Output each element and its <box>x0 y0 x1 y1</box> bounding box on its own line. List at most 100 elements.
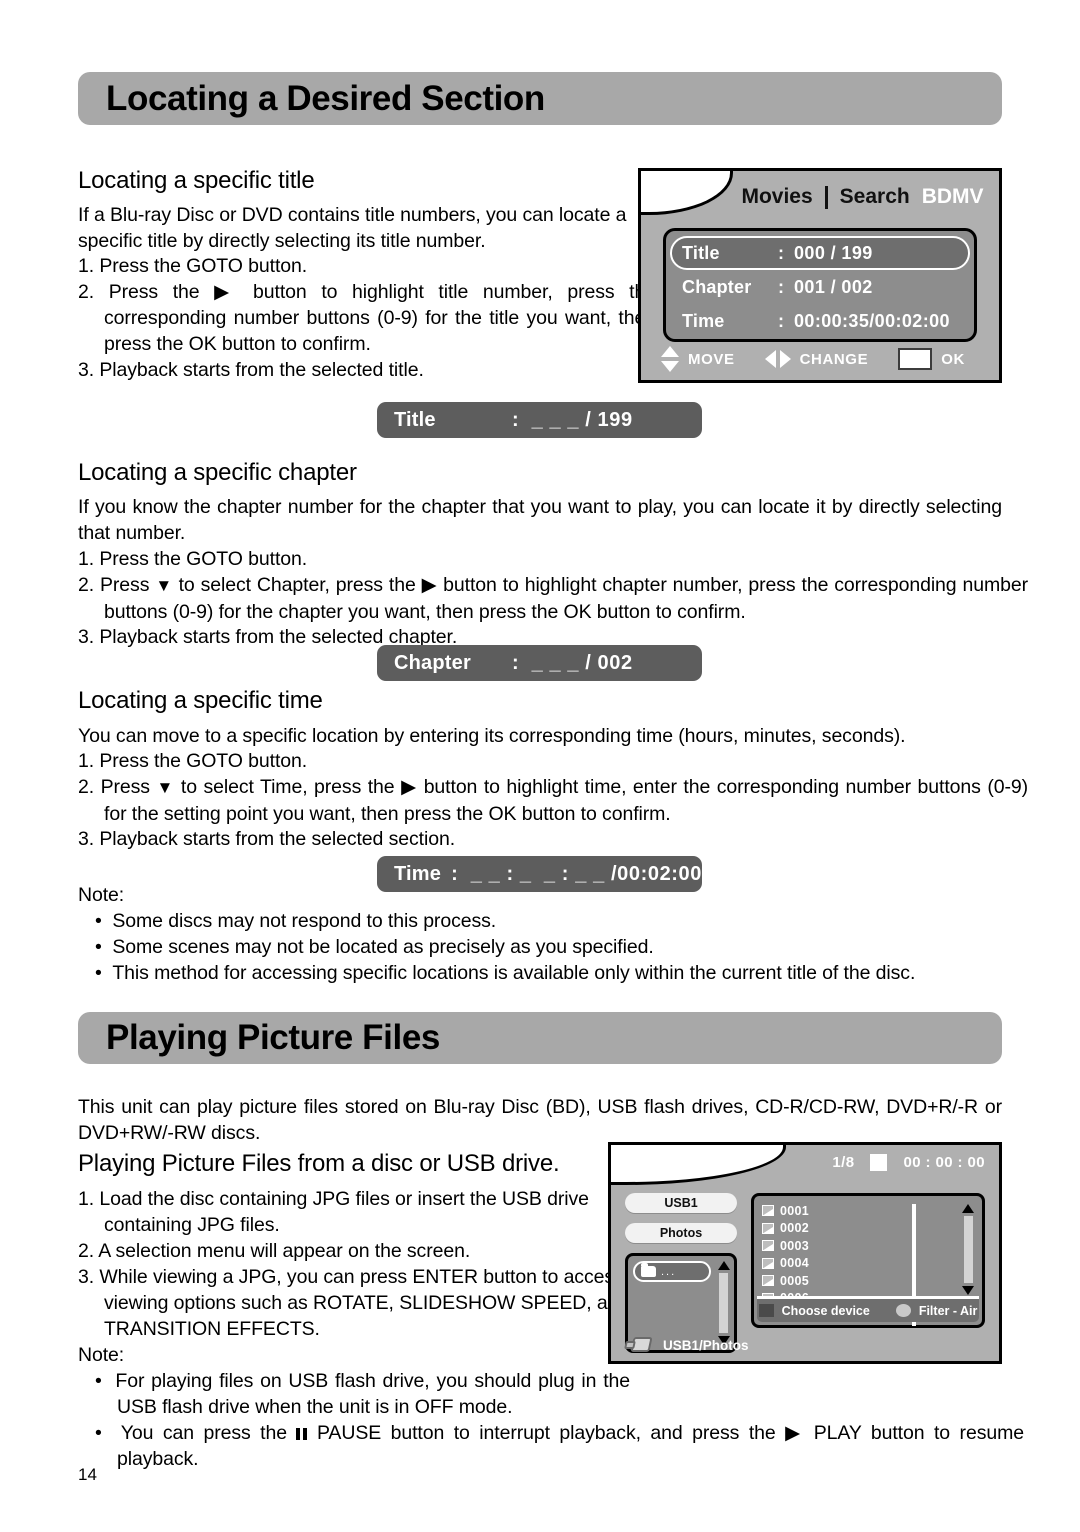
current-path-indicator: USB1/Photos <box>624 1335 749 1355</box>
step-chapter-2-prefix: 2. Press <box>78 574 156 596</box>
step-chapter-1: 1. Press the GOTO button. <box>78 548 308 570</box>
current-path-label: USB1/Photos <box>663 1337 749 1353</box>
light-swatch-icon <box>895 1304 911 1317</box>
osd-field-chapter-label: Chapter <box>682 276 752 297</box>
image-file-icon <box>762 1222 774 1234</box>
manual-page: Locating a Desired Section Locating a sp… <box>0 0 1080 1532</box>
note-item-1-3: • This method for accessing specific loc… <box>95 960 1024 986</box>
note-label-2: Note: <box>78 1344 125 1366</box>
osd-legend-change: CHANGE <box>764 350 869 368</box>
file-name: 0005 <box>780 1273 810 1288</box>
value-bar-time-label: Time <box>394 862 442 885</box>
osd-search-panel: Movies Search BDMV Title : 000 / 199 Cha… <box>638 168 1002 383</box>
heading-locating-specific-title: Locating a specific title <box>78 167 315 194</box>
pause-icon <box>296 1428 308 1440</box>
bullet-icon: • <box>95 936 113 958</box>
osd-photo-browser: 1/8 00 : 00 : 00 USB1 Photos ... USB1/Ph… <box>608 1142 1002 1364</box>
folder-pill-photos[interactable]: Photos <box>625 1223 737 1243</box>
image-file-icon <box>762 1240 774 1252</box>
legend-choose-device[interactable]: Choose device <box>758 1303 870 1318</box>
browser-left-column: USB1 Photos ... <box>625 1193 737 1353</box>
osd-corner-decoration <box>641 171 733 215</box>
browser-legend-bar: Choose device Filter - Air <box>757 1296 979 1322</box>
step-title-1: 1. Press the GOTO button. <box>78 255 308 277</box>
osd-search-fields: Title : 000 / 199 Chapter : 001 / 002 Ti… <box>663 228 977 342</box>
scroll-track[interactable] <box>962 1215 974 1284</box>
heading-playing-from-disc-or-usb: Playing Picture Files from a disc or USB… <box>78 1150 560 1177</box>
device-pill-usb1[interactable]: USB1 <box>625 1193 737 1213</box>
section-title-2: Playing Picture Files <box>106 1018 440 1057</box>
folder-scrollbar[interactable] <box>717 1261 730 1345</box>
scroll-down-arrow-icon[interactable] <box>962 1286 974 1295</box>
list-item[interactable]: 0002 <box>762 1220 854 1238</box>
note-item-2-2: • You can press the PAUSE button to inte… <box>95 1420 1024 1472</box>
page-number: 14 <box>78 1465 97 1484</box>
step-title-2-prefix: 2. Press the <box>78 281 215 303</box>
osd-field-title-label: Title <box>682 242 720 263</box>
stop-status-icon <box>870 1154 888 1171</box>
osd-field-title[interactable]: Title : 000 / 199 <box>670 236 970 270</box>
osd-legend-move-label: MOVE <box>688 350 735 368</box>
osd-legend-bar: MOVE CHANGE OK <box>661 346 965 372</box>
page-indicator: 1/8 <box>832 1154 855 1171</box>
step-time-2: 2. Press ▼ to select Time, press the but… <box>78 774 1028 827</box>
note-item-1-2-text: Some scenes may not be located as precis… <box>112 936 654 958</box>
osd-legend-change-label: CHANGE <box>799 350 869 368</box>
dark-swatch-icon <box>758 1304 774 1317</box>
play-right-arrow-icon <box>785 1422 804 1444</box>
scroll-track[interactable] <box>718 1272 729 1334</box>
list-item[interactable]: 0001 <box>762 1202 854 1220</box>
value-bar-chapter-label: Chapter <box>394 651 471 674</box>
heading-locating-specific-chapter: Locating a specific chapter <box>78 459 357 486</box>
folder-list-item-parent[interactable]: ... <box>633 1261 711 1282</box>
list-item[interactable]: 0005 <box>762 1272 854 1290</box>
bullet-icon: • <box>95 1370 116 1392</box>
bullet-icon: • <box>95 910 113 932</box>
value-bar-title-value: : _ _ _ / 199 <box>512 408 633 431</box>
file-list-scrollbar[interactable] <box>961 1204 975 1295</box>
osd-tab-movies[interactable]: Movies <box>741 185 812 209</box>
usb-drive-icon <box>624 1335 655 1355</box>
osd-legend-ok-label: OK <box>941 350 965 368</box>
note-item-1-1: • Some discs may not respond to this pro… <box>95 908 1024 934</box>
note-item-2-1: • For playing files on USB flash drive, … <box>95 1368 630 1420</box>
list-item[interactable]: 0004 <box>762 1255 854 1273</box>
value-bar-title: Title : _ _ _ / 199 <box>377 402 702 438</box>
osd-field-time[interactable]: Time : 00:00:35/00:02:00 <box>670 304 970 338</box>
scroll-up-arrow-icon[interactable] <box>962 1204 974 1213</box>
folder-list-item-label: ... <box>661 1265 677 1278</box>
paragraph-title-intro: If a Blu-ray Disc or DVD contains title … <box>78 204 627 252</box>
file-name: 0001 <box>780 1203 810 1218</box>
osd-field-time-value: 00:00:35/00:02:00 <box>794 310 950 331</box>
folder-icon <box>641 1263 656 1277</box>
osd-tab-search[interactable]: Search <box>840 185 910 209</box>
step-time-1: 1. Press the GOTO button. <box>78 750 308 772</box>
image-file-icon <box>762 1257 774 1269</box>
osd-field-chapter[interactable]: Chapter : 001 / 002 <box>670 270 970 304</box>
step-title-2: 2. Press the button to highlight title n… <box>78 279 656 357</box>
file-name: 0002 <box>780 1221 810 1236</box>
step-picture-1: 1. Load the disc containing JPG files or… <box>78 1188 589 1236</box>
file-name: 0003 <box>780 1238 810 1253</box>
section-banner-locating: Locating a Desired Section <box>78 72 1002 125</box>
value-bar-chapter-value: : _ _ _ / 002 <box>512 651 633 674</box>
step-chapter-2-mid: to select Chapter, press the <box>172 574 422 596</box>
osd-legend-move: MOVE <box>661 346 735 372</box>
osd-legend-ok: OK <box>898 348 965 370</box>
ok-button-icon <box>898 348 933 370</box>
legend-filter[interactable]: Filter - Air <box>870 1304 977 1318</box>
value-bar-time: Time : _ _ : _ _ : _ _ /00:02:00 <box>377 856 702 892</box>
image-file-icon <box>762 1205 774 1217</box>
browser-file-panel: 0001 0002 0003 0004 0005 Choose device F… <box>751 1193 985 1328</box>
paragraph-picture-intro: This unit can play picture files stored … <box>78 1096 1002 1144</box>
browser-status-bar: 1/8 00 : 00 : 00 <box>832 1154 985 1171</box>
value-bar-title-label: Title <box>394 408 436 431</box>
legend-choose-device-label: Choose device <box>781 1303 870 1318</box>
list-item[interactable]: 0003 <box>762 1237 854 1255</box>
heading-locating-specific-time: Locating a specific time <box>78 687 323 714</box>
down-arrow-icon: ▼ <box>156 778 175 797</box>
step-title-3: 3. Playback starts from the selected tit… <box>78 359 424 381</box>
note-item-1-2: • Some scenes may not be located as prec… <box>95 934 1024 960</box>
scroll-up-arrow-icon[interactable] <box>717 1261 730 1270</box>
osd-field-chapter-value: 001 / 002 <box>794 276 873 297</box>
